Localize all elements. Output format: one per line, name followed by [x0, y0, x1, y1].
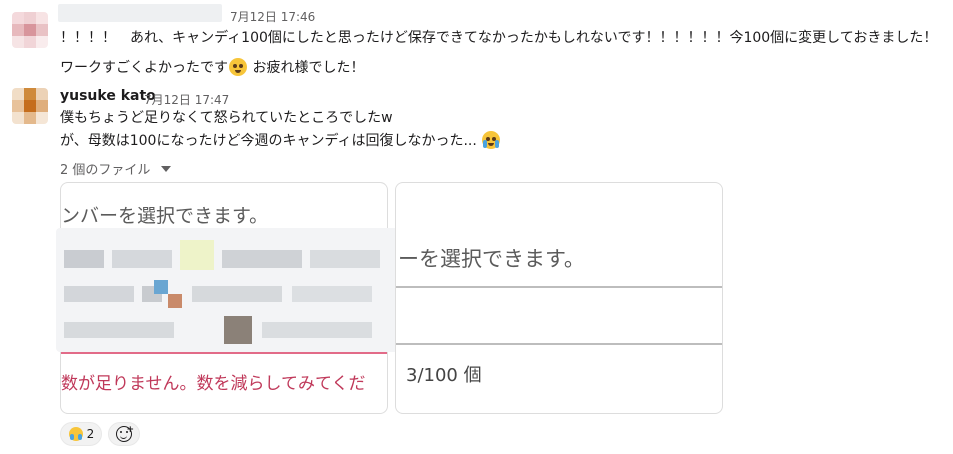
divider [396, 343, 722, 345]
divider [396, 286, 722, 288]
author-name[interactable]: yusuke kato [60, 88, 156, 104]
message-text-part: が、母数は100になったけど今週のキャンディは回復しなかった... [60, 133, 477, 149]
card-text: ーを選択できます。 [398, 247, 585, 271]
crying-face-icon [68, 427, 83, 441]
message-timestamp[interactable]: 7月12日 17:46 [230, 8, 315, 25]
message-text-part: ワークすごくよかったです [60, 60, 228, 76]
files-toggle-label: 2 個のファイル [60, 163, 151, 178]
message-text: ワークすごくよかったです お疲れ様でした！ [60, 57, 364, 79]
avatar[interactable] [12, 88, 48, 124]
pleading-face-icon [229, 58, 247, 76]
message-text: ！！！！ あれ、キャンディ100個にしたと思ったけど保存できてなかったかもしれな… [60, 30, 938, 46]
reaction-count: 2 [86, 427, 95, 441]
card-text: ンバーを選択できます。 [61, 205, 269, 227]
error-text: 数が足りません。数を減らしてみてくだ [61, 374, 366, 394]
reaction-crying-face[interactable]: 2 [60, 422, 102, 446]
message-text: が、母数は100になったけど今週のキャンディは回復しなかった... [60, 130, 501, 152]
files-toggle[interactable]: 2 個のファイル [60, 159, 171, 178]
file-preview-card[interactable]: ーを選択できます。 3/100 個 [395, 182, 723, 414]
chevron-down-icon [160, 166, 171, 172]
message-text-part: お疲れ様でした！ [252, 60, 365, 76]
avatar[interactable] [12, 12, 48, 48]
message-timestamp[interactable]: 7月12日 17:47 [144, 91, 229, 108]
count-text: 3/100 個 [406, 365, 482, 386]
author-name-redacted [58, 4, 222, 22]
redacted-image [56, 228, 400, 352]
divider [61, 352, 387, 354]
crying-face-icon [482, 131, 501, 149]
message-text: 僕もちょうど足りなくて怒られていたところでしたw [60, 110, 393, 126]
add-reaction-button[interactable]: + [108, 422, 140, 446]
